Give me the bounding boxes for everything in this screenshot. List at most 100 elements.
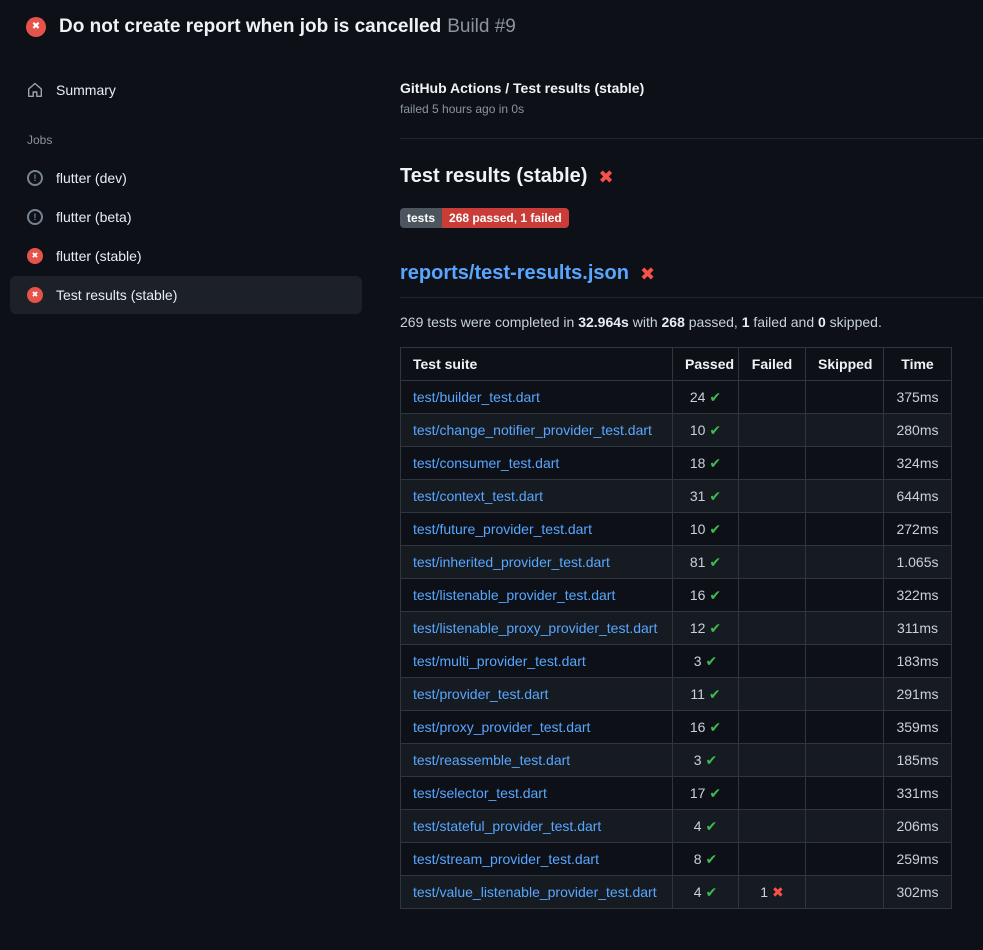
passed-cell: 8✔	[673, 843, 739, 876]
suite-cell: test/proxy_provider_test.dart	[401, 711, 673, 744]
test-suite-link[interactable]: test/listenable_proxy_provider_test.dart	[413, 620, 657, 636]
passed-cell: 16✔	[673, 579, 739, 612]
passed-cell: 4✔	[673, 876, 739, 909]
passed-cell: 81✔	[673, 546, 739, 579]
sidebar-item-flutter-stable[interactable]: ✖ flutter (stable)	[10, 237, 362, 275]
table-row: test/builder_test.dart 24✔ 375ms	[401, 381, 952, 414]
x-icon: ✖	[772, 884, 784, 900]
passed-cell: 4✔	[673, 810, 739, 843]
table-row: test/future_provider_test.dart 10✔ 272ms	[401, 513, 952, 546]
badge-label: tests	[400, 208, 442, 228]
check-icon: ✔	[709, 389, 721, 405]
jobs-section-label: Jobs	[27, 133, 345, 147]
test-suite-link[interactable]: test/stateful_provider_test.dart	[413, 818, 601, 834]
sidebar-item-label: flutter (stable)	[56, 248, 142, 264]
check-icon: ✔	[706, 818, 718, 834]
table-row: test/proxy_provider_test.dart 16✔ 359ms	[401, 711, 952, 744]
suite-cell: test/future_provider_test.dart	[401, 513, 673, 546]
section-title-text: Test results (stable)	[400, 165, 587, 188]
skipped-cell	[806, 612, 884, 645]
failed-x-icon: ✖	[640, 265, 655, 283]
summary-skipped-count: 0	[818, 314, 826, 330]
check-icon: ✔	[709, 488, 721, 504]
time-cell: 259ms	[884, 843, 952, 876]
suite-cell: test/multi_provider_test.dart	[401, 645, 673, 678]
failed-cell	[739, 810, 806, 843]
test-suite-link[interactable]: test/stream_provider_test.dart	[413, 851, 599, 867]
passed-cell: 31✔	[673, 480, 739, 513]
failed-cell	[739, 777, 806, 810]
report-link[interactable]: reports/test-results.json	[400, 262, 629, 285]
passed-cell: 12✔	[673, 612, 739, 645]
divider	[400, 138, 983, 139]
skipped-cell	[806, 414, 884, 447]
table-row: test/reassemble_test.dart 3✔ 185ms	[401, 744, 952, 777]
x-glyph: ✖	[32, 291, 39, 299]
sidebar-item-flutter-dev[interactable]: ! flutter (dev)	[10, 159, 362, 197]
check-run-title: Do not create report when job is cancell…	[59, 16, 441, 37]
test-suite-link[interactable]: test/listenable_provider_test.dart	[413, 587, 615, 603]
exclamation-glyph: !	[34, 213, 37, 222]
skipped-cell	[806, 579, 884, 612]
skipped-cell	[806, 810, 884, 843]
neutral-status-icon: !	[27, 170, 43, 186]
sidebar-item-flutter-beta[interactable]: ! flutter (beta)	[10, 198, 362, 236]
test-suite-link[interactable]: test/multi_provider_test.dart	[413, 653, 586, 669]
test-suite-link[interactable]: test/provider_test.dart	[413, 686, 548, 702]
sidebar-item-label: flutter (beta)	[56, 209, 131, 225]
skipped-cell	[806, 546, 884, 579]
test-suite-link[interactable]: test/consumer_test.dart	[413, 455, 559, 471]
passed-cell: 3✔	[673, 645, 739, 678]
results-table: Test suite Passed Failed Skipped Time te…	[400, 347, 952, 909]
failed-cell	[739, 480, 806, 513]
failed-cell	[739, 546, 806, 579]
test-suite-link[interactable]: test/selector_test.dart	[413, 785, 547, 801]
summary-part: 269 tests were completed in	[400, 314, 578, 330]
suite-cell: test/value_listenable_provider_test.dart	[401, 876, 673, 909]
suite-cell: test/change_notifier_provider_test.dart	[401, 414, 673, 447]
failed-cell	[739, 447, 806, 480]
suite-cell: test/reassemble_test.dart	[401, 744, 673, 777]
suite-cell: test/inherited_provider_test.dart	[401, 546, 673, 579]
test-suite-link[interactable]: test/inherited_provider_test.dart	[413, 554, 610, 570]
table-row: test/listenable_proxy_provider_test.dart…	[401, 612, 952, 645]
col-header-passed: Passed	[673, 348, 739, 381]
table-row: test/inherited_provider_test.dart 81✔ 1.…	[401, 546, 952, 579]
passed-cell: 17✔	[673, 777, 739, 810]
time-cell: 185ms	[884, 744, 952, 777]
test-suite-link[interactable]: test/change_notifier_provider_test.dart	[413, 422, 652, 438]
test-suite-link[interactable]: test/future_provider_test.dart	[413, 521, 592, 537]
sidebar-item-summary[interactable]: Summary	[10, 71, 362, 109]
suite-cell: test/builder_test.dart	[401, 381, 673, 414]
skipped-cell	[806, 513, 884, 546]
test-suite-link[interactable]: test/value_listenable_provider_test.dart	[413, 884, 657, 900]
failed-cell	[739, 843, 806, 876]
suite-cell: test/provider_test.dart	[401, 678, 673, 711]
sidebar-item-label: Summary	[56, 82, 116, 98]
home-icon	[27, 82, 43, 98]
failed-cell	[739, 744, 806, 777]
col-header-skipped: Skipped	[806, 348, 884, 381]
failed-cell	[739, 513, 806, 546]
time-cell: 1.065s	[884, 546, 952, 579]
sidebar-item-test-results-stable[interactable]: ✖ Test results (stable)	[10, 276, 362, 314]
check-icon: ✔	[706, 851, 718, 867]
tests-badge: tests 268 passed, 1 failed	[400, 208, 569, 228]
failed-cell	[739, 612, 806, 645]
neutral-status-icon: !	[27, 209, 43, 225]
passed-cell: 18✔	[673, 447, 739, 480]
passed-cell: 3✔	[673, 744, 739, 777]
time-cell: 324ms	[884, 447, 952, 480]
time-cell: 272ms	[884, 513, 952, 546]
test-suite-link[interactable]: test/proxy_provider_test.dart	[413, 719, 590, 735]
test-suite-link[interactable]: test/reassemble_test.dart	[413, 752, 570, 768]
summary-part: failed and	[750, 314, 819, 330]
passed-cell: 10✔	[673, 414, 739, 447]
failed-status-icon: ✖	[27, 248, 43, 264]
test-suite-link[interactable]: test/builder_test.dart	[413, 389, 540, 405]
skipped-cell	[806, 480, 884, 513]
test-suite-link[interactable]: test/context_test.dart	[413, 488, 543, 504]
failed-cell	[739, 645, 806, 678]
failed-cell	[739, 381, 806, 414]
table-row: test/consumer_test.dart 18✔ 324ms	[401, 447, 952, 480]
